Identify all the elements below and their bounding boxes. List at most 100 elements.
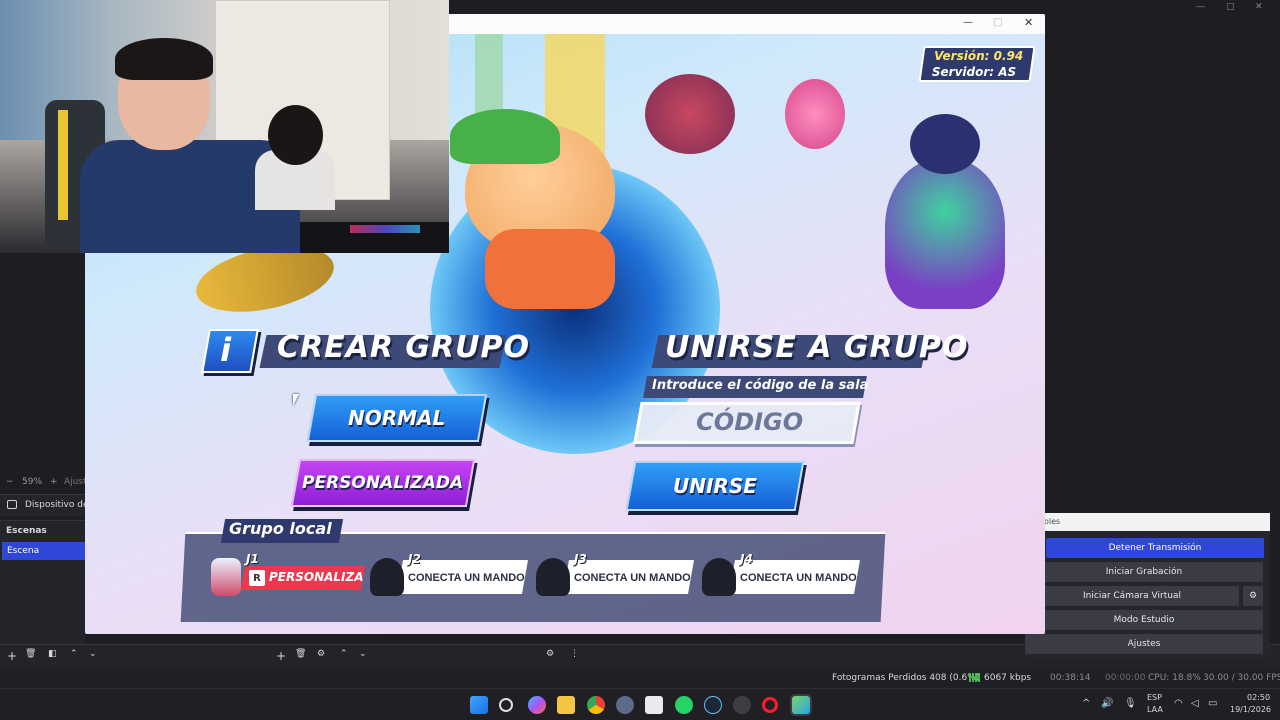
file-explorer-icon[interactable]: [557, 696, 575, 714]
taskbar: ^ 🔊 🎙 ESP LAA ◠ ◁ ▭ 02:50 19/1/2026: [0, 688, 1280, 720]
join-button[interactable]: UNIRSE: [625, 461, 805, 511]
start-virtual-camera-button[interactable]: Iniciar Cámara Virtual: [1025, 586, 1239, 606]
normal-button[interactable]: NORMAL: [306, 394, 488, 442]
fps: 30.00 / 30.00 FPS: [1203, 673, 1280, 683]
join-button-label: UNIRSE: [673, 474, 757, 498]
player-tag: J1: [246, 552, 259, 566]
flying-character: [785, 79, 845, 149]
player-slot-3[interactable]: J3 CONECTA UN MANDO: [536, 552, 696, 600]
close-button[interactable]: ✕: [1024, 16, 1033, 29]
clock-date[interactable]: 19/1/2026: [1230, 705, 1271, 714]
cpu-usage: CPU: 18.8%: [1148, 673, 1201, 683]
source-down-icon[interactable]: ⌄: [359, 649, 367, 659]
obs-minimize-button[interactable]: —: [1196, 2, 1205, 12]
stop-stream-button[interactable]: Detener Transmisión: [1046, 538, 1264, 558]
chrome-icon[interactable]: [587, 696, 605, 714]
create-group-heading: CREAR GRUPO: [277, 330, 530, 365]
player-tag: J4: [740, 552, 753, 566]
local-group-label: Grupo local: [229, 519, 332, 538]
webcam-feed: [0, 0, 449, 253]
version-label: Versión: 0.94: [934, 49, 1024, 63]
settings-gear-icon[interactable]: [616, 696, 634, 714]
trash-icon[interactable]: 🗑: [25, 649, 36, 659]
speaker-icon[interactable]: ◁: [1191, 698, 1199, 709]
character-body: [485, 229, 615, 309]
customize-label: PERSONALIZA: [269, 570, 364, 584]
volume-icon[interactable]: 🔊: [1101, 698, 1113, 709]
opera-icon[interactable]: [762, 697, 778, 713]
room-code-input[interactable]: CÓDIGO: [633, 402, 861, 444]
stream-time: 00:38:14: [1050, 673, 1091, 683]
controls-header-label: oles: [1044, 517, 1061, 526]
character-skeleton: [885, 159, 1005, 309]
language-indicator[interactable]: ESP: [1147, 693, 1162, 702]
source-trash-icon[interactable]: 🗑: [295, 649, 306, 659]
settings-button[interactable]: Ajustes: [1025, 634, 1263, 654]
search-icon[interactable]: [499, 698, 513, 712]
tray-overflow-icon[interactable]: ^: [1082, 698, 1090, 709]
custom-button-label: PERSONALIZADA: [302, 473, 464, 493]
controls-header: oles: [1025, 513, 1270, 531]
info-icon: i: [220, 331, 232, 369]
source-up-icon[interactable]: ⌃: [340, 649, 348, 659]
language-layout: LAA: [1147, 705, 1163, 714]
obs-maximize-button[interactable]: □: [1226, 2, 1235, 12]
join-group-heading: UNIRSE A GRUPO: [665, 330, 969, 365]
chair-stripe: [58, 110, 68, 220]
minimize-button[interactable]: —: [963, 17, 973, 28]
source-bar: Dispositivo de c: [0, 494, 96, 516]
whatsapp-icon[interactable]: [675, 696, 693, 714]
empty-avatar-icon: [536, 558, 570, 596]
mixer-gear-icon[interactable]: ⚙: [546, 649, 554, 659]
scene-item[interactable]: Escena: [2, 542, 85, 560]
scenes-panel: Escenas Escena: [0, 520, 85, 644]
version-box: Versión: 0.94 Servidor: AS: [918, 46, 1036, 82]
player-slot-4[interactable]: J4 CONECTA UN MANDO: [702, 552, 862, 600]
status-bar: Fotogramas Perdidos 408 (0.6%) 6067 kbps…: [0, 668, 1280, 688]
keyboard-rgb: [350, 225, 420, 233]
move-down-icon[interactable]: ⌄: [89, 649, 97, 659]
server-label: Servidor: AS: [931, 65, 1017, 79]
store-icon[interactable]: [645, 696, 663, 714]
player-avatar: [211, 558, 241, 596]
r-key-icon: R: [249, 570, 265, 586]
copilot-icon[interactable]: [528, 696, 546, 714]
info-button[interactable]: i: [201, 329, 259, 373]
battery-icon[interactable]: ▭: [1208, 698, 1217, 709]
player-slot-1[interactable]: R PERSONALIZA J1: [203, 552, 366, 600]
player-slot-2[interactable]: J2 CONECTA UN MANDO: [370, 552, 530, 600]
signal-icon: [969, 673, 980, 682]
source-gear-icon[interactable]: ⚙: [317, 649, 325, 659]
room-code-placeholder: CÓDIGO: [696, 408, 804, 436]
windows-start-icon[interactable]: [470, 696, 488, 714]
scenes-title: Escenas: [6, 526, 47, 536]
player-tag: J3: [574, 552, 587, 566]
zoom-out-button[interactable]: −: [6, 477, 14, 487]
move-up-icon[interactable]: ⌃: [70, 649, 78, 659]
player-tag: J2: [408, 552, 421, 566]
obs-icon[interactable]: [733, 696, 751, 714]
second-person-head: [268, 105, 323, 165]
mixer-menu-icon[interactable]: ⋮: [570, 649, 579, 659]
add-source-button[interactable]: +: [276, 649, 286, 663]
maximize-button[interactable]: □: [993, 17, 1002, 28]
add-scene-button[interactable]: +: [7, 649, 17, 663]
microphone-icon[interactable]: 🎙: [1124, 698, 1137, 709]
flying-character: [645, 74, 735, 154]
wifi-icon[interactable]: ◠: [1174, 698, 1183, 709]
normal-button-label: NORMAL: [348, 406, 446, 430]
connect-controller-label: CONECTA UN MANDO: [408, 572, 525, 584]
empty-avatar-icon: [702, 558, 736, 596]
zoom-in-button[interactable]: +: [50, 477, 58, 487]
obs-close-button[interactable]: ✕: [1255, 2, 1263, 12]
start-recording-button[interactable]: Iniciar Grabación: [1025, 562, 1263, 582]
stumble-guys-icon[interactable]: [790, 694, 812, 716]
custom-button[interactable]: PERSONALIZADA: [290, 459, 476, 507]
clock-time[interactable]: 02:50: [1247, 693, 1270, 702]
filter-icon[interactable]: ◧: [48, 649, 57, 659]
controls-panel: oles Detener Transmisión Iniciar Grabaci…: [1025, 513, 1270, 659]
steam-icon[interactable]: [704, 696, 722, 714]
studio-mode-button[interactable]: Modo Estudio: [1025, 610, 1263, 630]
connect-controller-label: CONECTA UN MANDO: [574, 572, 691, 584]
virtual-camera-settings-icon[interactable]: ⚙: [1243, 586, 1263, 606]
